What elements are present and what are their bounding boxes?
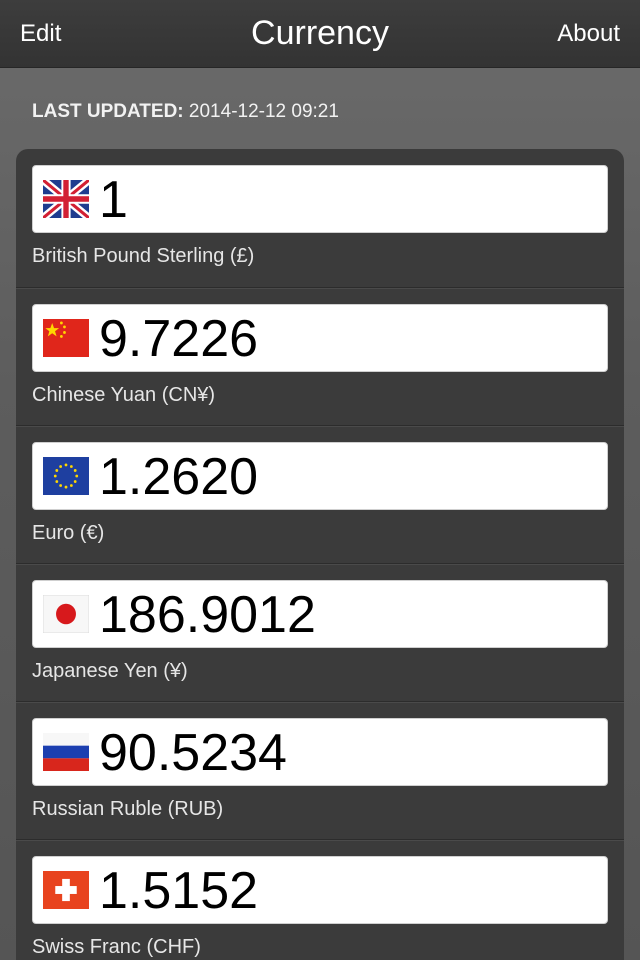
currency-list: 1 British Pound Sterling (£) 9.7226 Chin… — [16, 149, 624, 960]
currency-row-rub: 90.5234 Russian Ruble (RUB) — [16, 701, 624, 839]
amount-field-rub[interactable]: 90.5234 — [32, 718, 608, 786]
currency-name: British Pound Sterling (£) — [32, 245, 255, 267]
amount-field-gbp[interactable]: 1 — [32, 165, 608, 233]
amount-value: 1 — [99, 171, 128, 229]
currency-row-eur: 1.2620 Euro (€) — [16, 425, 624, 563]
last-updated-label: LAST UPDATED: — [32, 101, 184, 122]
navigation-bar: Edit Currency About — [0, 0, 640, 68]
last-updated-value: 2014-12-12 09:21 — [188, 101, 339, 122]
amount-field-eur[interactable]: 1.2620 — [32, 442, 608, 510]
eu-flag-icon — [43, 457, 89, 495]
switzerland-flag-icon — [43, 871, 89, 909]
amount-value: 1.5152 — [99, 862, 259, 920]
amount-value: 9.7226 — [99, 310, 259, 368]
currency-name: Swiss Franc (CHF) — [32, 936, 201, 958]
uk-flag-icon — [43, 180, 89, 218]
amount-value: 90.5234 — [99, 724, 287, 782]
currency-row-jpy: 186.9012 Japanese Yen (¥) — [16, 563, 624, 701]
amount-value: 1.2620 — [99, 448, 259, 506]
amount-value: 186.9012 — [99, 586, 316, 644]
russia-flag-icon — [43, 733, 89, 771]
amount-field-jpy[interactable]: 186.9012 — [32, 580, 608, 648]
currency-name: Chinese Yuan (CN¥) — [32, 384, 216, 406]
amount-field-chf[interactable]: 1.5152 — [32, 856, 608, 924]
currency-row-gbp: 1 British Pound Sterling (£) — [16, 149, 624, 287]
currency-name: Russian Ruble (RUB) — [32, 798, 224, 820]
amount-field-cny[interactable]: 9.7226 — [32, 304, 608, 372]
japan-flag-icon — [43, 595, 89, 633]
currency-name: Japanese Yen (¥) — [32, 660, 188, 682]
china-flag-icon — [43, 319, 89, 357]
currency-name: Euro (€) — [32, 522, 105, 544]
page-title: Currency — [251, 14, 389, 52]
last-updated: LAST UPDATED: 2014-12-12 09:21 — [32, 100, 339, 124]
about-button[interactable]: About — [557, 18, 620, 50]
currency-row-chf: 1.5152 Swiss Franc (CHF) — [16, 839, 624, 960]
currency-row-cny: 9.7226 Chinese Yuan (CN¥) — [16, 287, 624, 425]
